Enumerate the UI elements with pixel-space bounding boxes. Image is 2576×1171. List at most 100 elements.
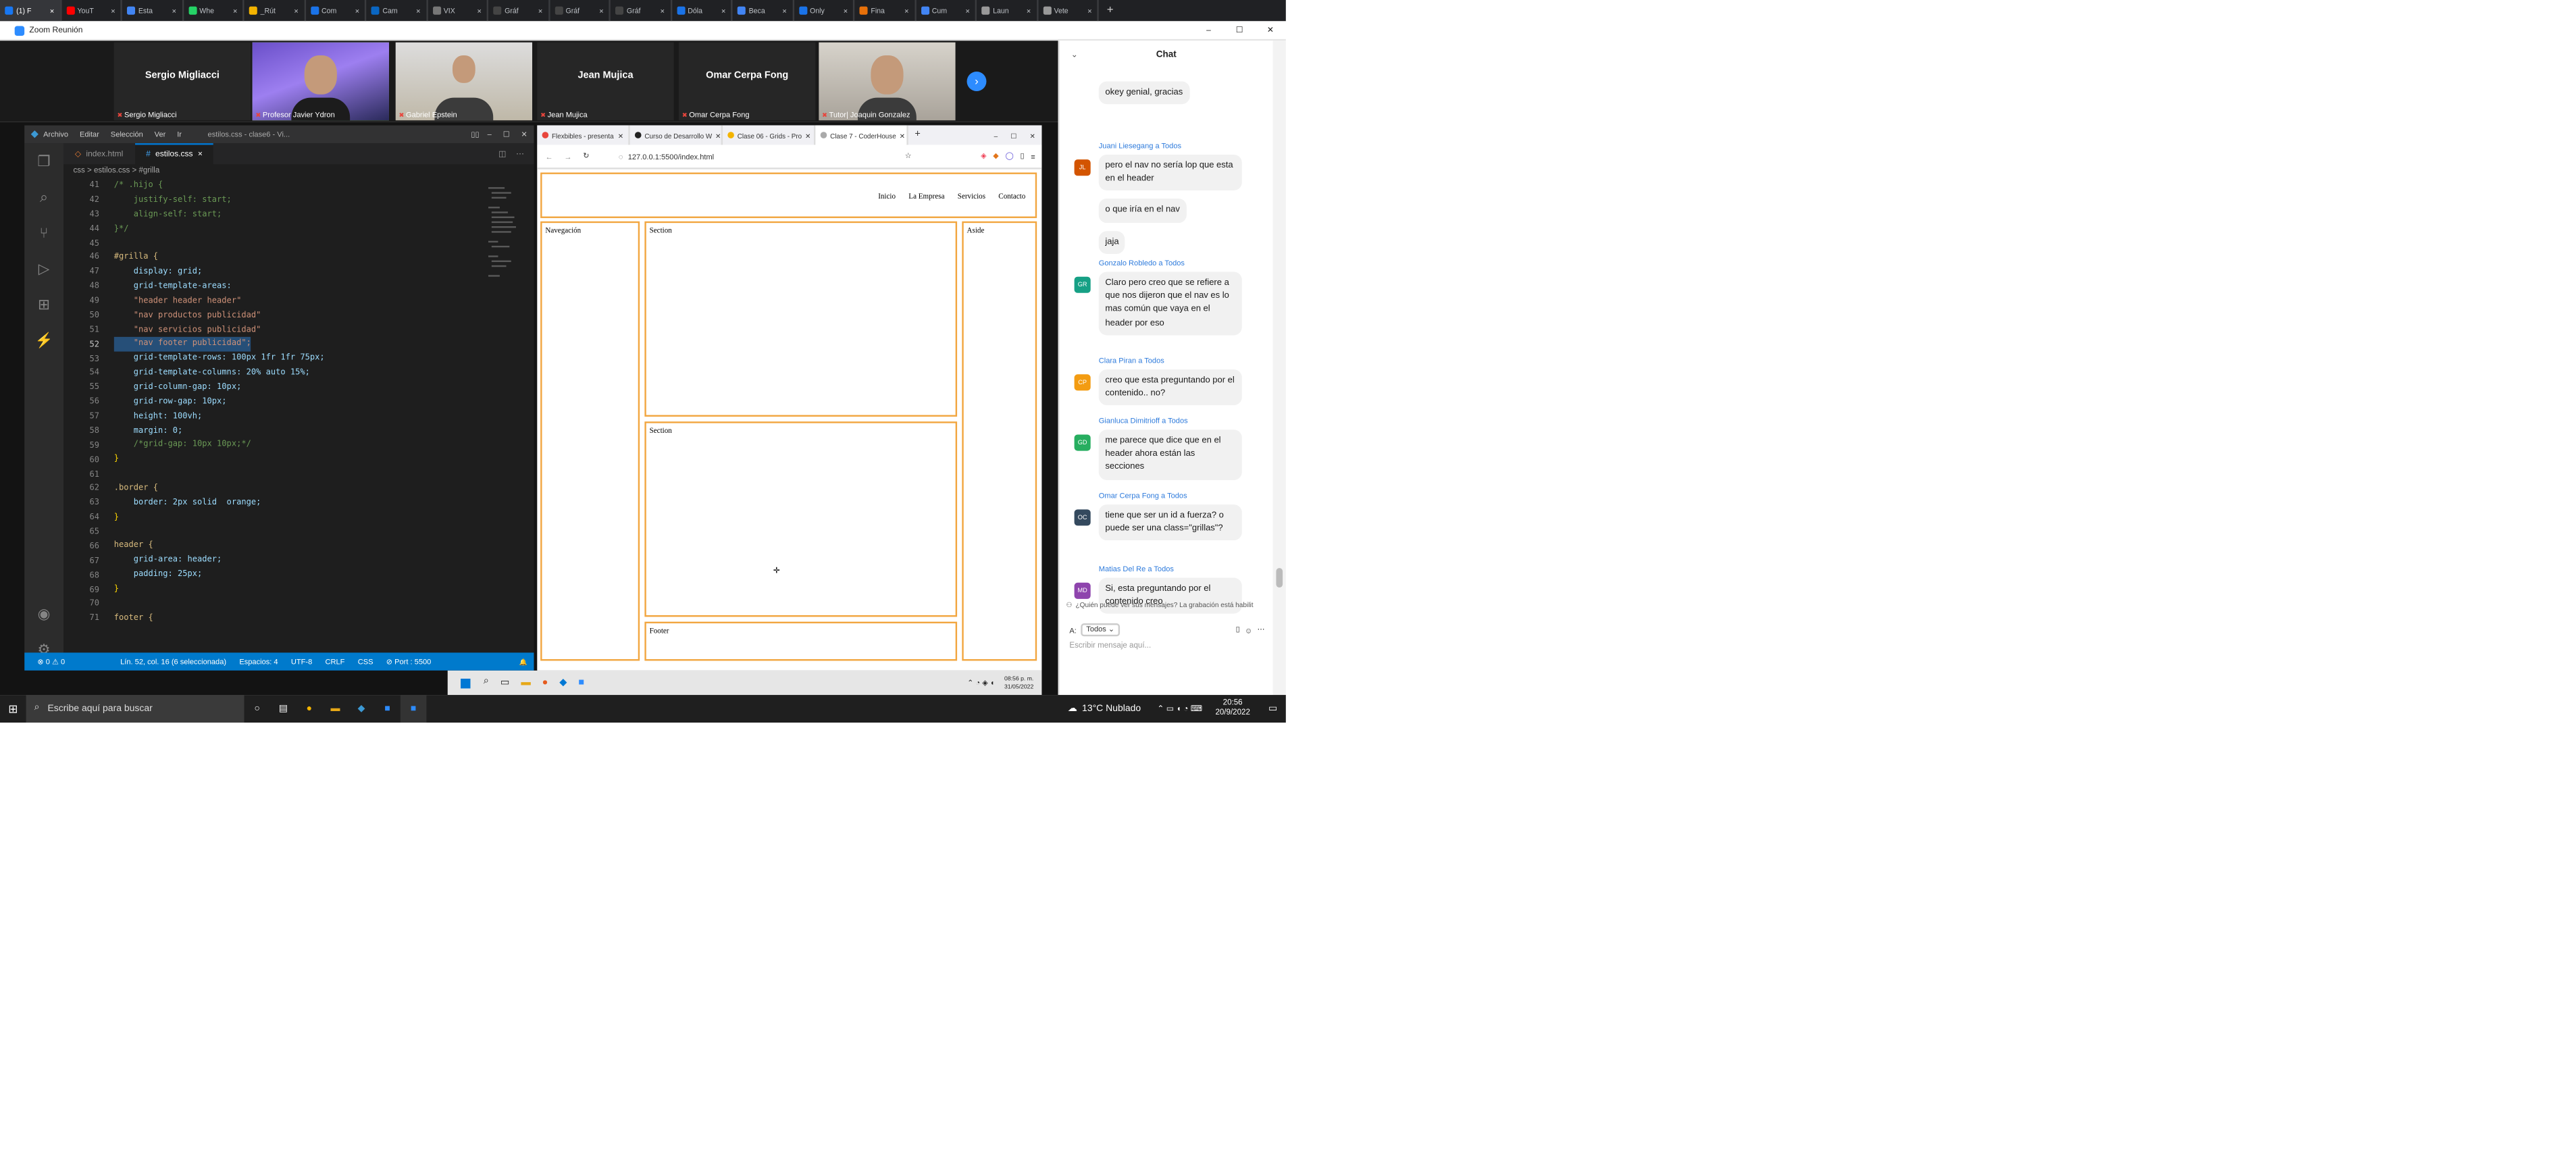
code-line[interactable]: }: [114, 453, 496, 467]
tab-close-icon[interactable]: ✕: [49, 7, 54, 14]
chrome-tab[interactable]: Gráf ✕: [488, 0, 550, 22]
page-nav-link[interactable]: La Empresa: [908, 191, 944, 199]
pocket-icon[interactable]: ◈: [981, 151, 987, 161]
layout-icon[interactable]: ▯▯: [471, 130, 479, 139]
firefox-icon[interactable]: ●: [542, 678, 548, 687]
code-line[interactable]: grid-area: header;: [114, 554, 496, 568]
code-editor[interactable]: /* .hijo { justify-self: start; align-se…: [113, 179, 496, 660]
chat-sender[interactable]: Juani Liesegang a Todos: [1099, 142, 1263, 150]
chrome-tab[interactable]: Vete ✕: [1037, 0, 1099, 22]
maximize-icon[interactable]: ☐: [503, 130, 510, 139]
remote-icon[interactable]: ⚡: [24, 322, 63, 358]
code-line[interactable]: grid-template-areas:: [114, 280, 496, 294]
tab-close-icon[interactable]: ✕: [660, 7, 665, 14]
code-line[interactable]: grid-row-gap: 10px;: [114, 395, 496, 409]
code-line[interactable]: }: [114, 583, 496, 597]
zoom-meeting-icon[interactable]: ■: [400, 695, 427, 723]
tab-close-icon[interactable]: ✕: [618, 131, 623, 139]
app-menu-icon[interactable]: ≡: [1031, 152, 1035, 160]
tab-close-icon[interactable]: ✕: [715, 131, 721, 139]
chrome-tab[interactable]: Com ✕: [305, 0, 367, 22]
participant-tile[interactable]: ✖ Profesor Javier Ydron: [252, 42, 389, 121]
split-editor-icon[interactable]: ◫: [498, 149, 506, 159]
tab-close-icon[interactable]: ✕: [599, 7, 604, 14]
new-tab-button[interactable]: +: [915, 130, 920, 140]
tab-close-icon[interactable]: ✕: [1087, 7, 1092, 14]
code-line[interactable]: [114, 525, 496, 540]
emoji-icon[interactable]: ☺: [1245, 626, 1252, 634]
cortana-icon[interactable]: ○: [244, 695, 271, 723]
bookmark-star-icon[interactable]: ☆: [905, 151, 912, 161]
code-line[interactable]: [114, 467, 496, 482]
browser-tab[interactable]: Clase 7 - CoderHouse ✕: [815, 125, 908, 145]
tab-close-icon[interactable]: ✕: [843, 7, 848, 14]
close-icon[interactable]: ✕: [1255, 25, 1286, 34]
windows-start-icon[interactable]: ⊞: [0, 695, 26, 723]
chat-sender[interactable]: Omar Cerpa Fong a Todos: [1099, 492, 1263, 500]
line-ending-setting[interactable]: CRLF: [326, 658, 345, 666]
code-line[interactable]: /*grid-gap: 10px 10px;*/: [114, 438, 496, 452]
browser-tab[interactable]: Clase 06 - Grids - Pro ✕: [723, 125, 816, 145]
page-nav-link[interactable]: Servicios: [958, 191, 985, 199]
search-icon[interactable]: ⌕: [24, 179, 63, 215]
code-line[interactable]: border: 2px solid orange;: [114, 496, 496, 511]
tab-close-icon[interactable]: ✕: [416, 7, 421, 14]
code-line[interactable]: [114, 237, 496, 251]
tab-close-icon[interactable]: ✕: [172, 7, 176, 14]
code-line[interactable]: .border {: [114, 482, 496, 496]
tab-close-icon[interactable]: ×: [198, 150, 203, 159]
code-line[interactable]: "nav footer publicidad";: [113, 337, 251, 353]
chat-scrollbar[interactable]: [1272, 41, 1286, 696]
reload-icon[interactable]: ↻: [583, 151, 589, 161]
code-line[interactable]: height: 100vh;: [114, 410, 496, 424]
code-line[interactable]: grid-template-columns: 20% auto 15%;: [114, 367, 496, 381]
vscode-icon[interactable]: ◆: [349, 695, 375, 723]
code-line[interactable]: grid-template-rows: 100px 1fr 1fr 75px;: [114, 352, 496, 366]
menu-item[interactable]: Ver: [155, 130, 166, 138]
code-line[interactable]: #grilla {: [114, 251, 496, 265]
cursor-position[interactable]: Lín. 52, col. 16 (6 seleccionada): [120, 658, 226, 666]
browser-tab[interactable]: Flexbibles - presenta ✕: [537, 125, 630, 145]
breadcrumb-path[interactable]: css > estilos.css > #grilla: [73, 167, 159, 176]
minimize-icon[interactable]: –: [994, 131, 998, 139]
code-line[interactable]: footer {: [114, 612, 496, 626]
zoom-icon[interactable]: ■: [578, 678, 584, 687]
editor-tab[interactable]: # estilos.css ×: [134, 143, 214, 165]
page-nav-link[interactable]: Inicio: [878, 191, 896, 199]
chrome-tab[interactable]: YouT ✕: [61, 0, 122, 22]
chrome-tab[interactable]: Esta ✕: [122, 0, 184, 22]
tab-close-icon[interactable]: ✕: [904, 7, 909, 14]
live-server-port[interactable]: ⊘ Port : 5500: [386, 656, 432, 666]
scroll-thumb[interactable]: [1276, 568, 1283, 588]
chrome-tab[interactable]: Gráf ✕: [611, 0, 672, 22]
file-explorer-icon[interactable]: ▬: [322, 695, 349, 723]
maximize-icon[interactable]: ☐: [1010, 131, 1016, 139]
code-line[interactable]: "nav servicios publicidad": [114, 323, 496, 338]
explorer-icon[interactable]: ❐: [24, 143, 63, 179]
code-line[interactable]: display: grid;: [114, 265, 496, 280]
extension-fox-icon[interactable]: ◆: [993, 151, 999, 161]
language-mode[interactable]: CSS: [358, 658, 373, 666]
chat-message-list[interactable]: okey genial, gracias Juani Liesegang a To…: [1060, 70, 1273, 615]
tab-close-icon[interactable]: ✕: [782, 7, 787, 14]
tab-close-icon[interactable]: ✕: [1026, 7, 1031, 14]
tray-icons[interactable]: ⌃ ▭ ◖ ◔ ⌨: [1157, 704, 1202, 713]
page-nav-link[interactable]: Contacto: [998, 191, 1025, 199]
minimize-icon[interactable]: –: [488, 130, 492, 138]
extensions-icon[interactable]: ⊞: [24, 286, 63, 322]
chat-sender[interactable]: Clara Piran a Todos: [1099, 357, 1263, 365]
participant-tile[interactable]: Sergio Migliacci ✖ Sergio Migliacci: [113, 42, 251, 121]
participant-tile[interactable]: Omar Cerpa Fong ✖ Omar Cerpa Fong: [678, 42, 816, 121]
close-icon[interactable]: ✕: [1029, 131, 1035, 139]
chrome-tab[interactable]: Fina ✕: [854, 0, 916, 22]
encoding-setting[interactable]: UTF-8: [291, 658, 312, 666]
code-line[interactable]: /* .hijo {: [114, 179, 496, 193]
participant-tile[interactable]: ✖ Gabriel Epstein: [395, 42, 533, 121]
maximize-icon[interactable]: ☐: [1224, 25, 1255, 34]
participant-tile[interactable]: Jean Mujica ✖ Jean Mujica: [537, 42, 674, 121]
editor-tab[interactable]: ◇ index.html: [63, 143, 134, 164]
chat-sender[interactable]: Gianluca Dimitrioff a Todos: [1099, 417, 1263, 425]
extension-circle-icon[interactable]: ◯: [1005, 151, 1013, 161]
tab-close-icon[interactable]: ✕: [355, 7, 359, 14]
search-icon[interactable]: ⌕: [484, 677, 489, 689]
